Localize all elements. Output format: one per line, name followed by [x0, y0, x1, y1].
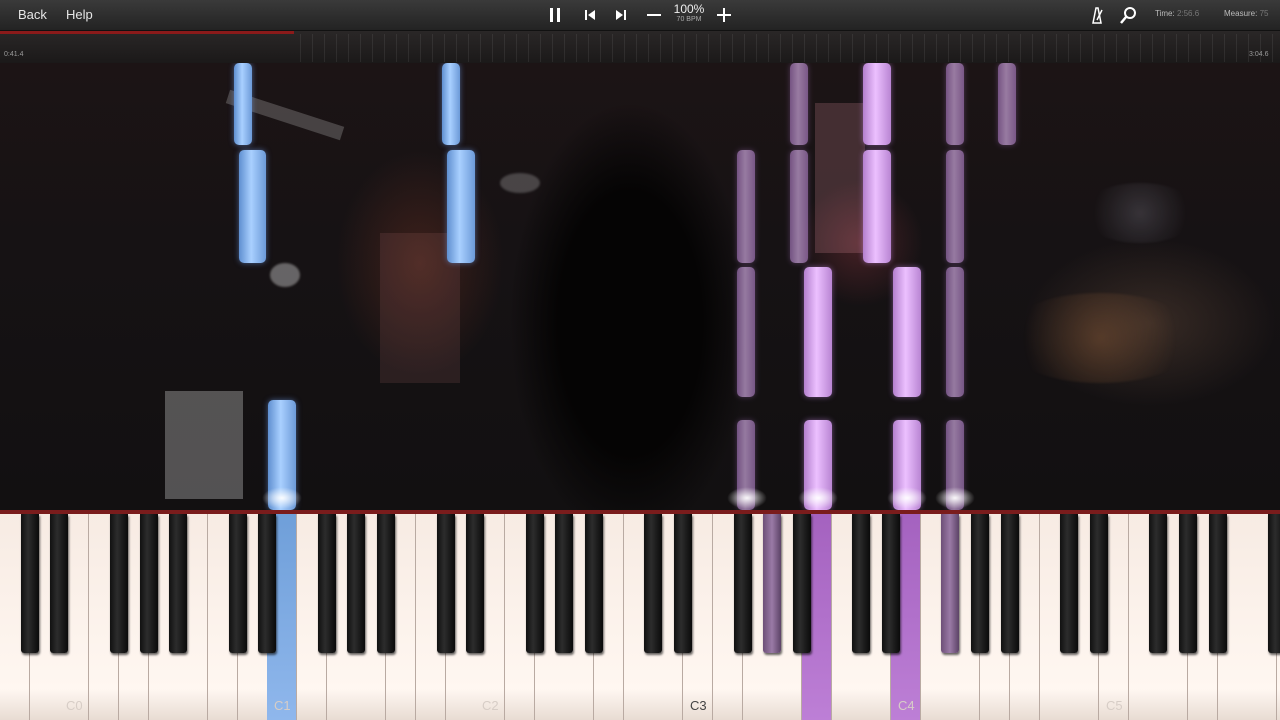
piano-black-key[interactable]	[792, 514, 811, 653]
piano-black-key[interactable]	[644, 514, 663, 653]
octave-label-c1: C1	[274, 698, 291, 713]
note-bar-left-hand	[442, 63, 460, 145]
note-hit-glow	[727, 487, 767, 509]
piano-black-key[interactable]	[555, 514, 574, 653]
note-hit-glow	[798, 487, 838, 509]
note-hit-glow	[887, 487, 927, 509]
piano-black-key[interactable]	[1089, 514, 1108, 653]
note-bar-right-hand	[946, 267, 964, 397]
measure-value: 75	[1259, 9, 1269, 18]
elapsed-time: 0:41.4	[4, 51, 24, 58]
time-value: 2:56.6	[1176, 9, 1200, 18]
skip-forward-icon[interactable]	[611, 5, 631, 25]
note-bar-right-hand	[863, 150, 891, 263]
piano-black-key[interactable]	[466, 514, 485, 653]
note-bar-right-hand	[804, 267, 832, 397]
piano-black-key[interactable]	[436, 514, 455, 653]
piano-black-key[interactable]	[347, 514, 366, 653]
measure-label: Measure:	[1224, 9, 1258, 18]
pause-icon[interactable]	[545, 5, 565, 25]
octave-label-c0: C0	[66, 698, 83, 713]
piano-black-key[interactable]	[674, 514, 693, 653]
piano-black-key[interactable]	[1268, 514, 1280, 653]
total-time: 3:04.6	[1249, 51, 1269, 58]
octave-label-c5: C5	[1106, 698, 1123, 713]
time-label: Time:	[1155, 9, 1175, 18]
background-sign	[815, 103, 865, 253]
measure-stat: Measure: 75	[1224, 9, 1269, 19]
piano-black-key[interactable]	[377, 514, 396, 653]
note-bar-right-hand	[893, 267, 921, 397]
toolbar: Back Help 100% 70 BPM Time: 2:56.6 Measu…	[0, 0, 1280, 31]
note-hit-glow	[262, 487, 302, 509]
metronome-icon[interactable]	[1087, 5, 1107, 25]
piano-black-key[interactable]	[50, 514, 69, 653]
bokeh-light	[1000, 293, 1200, 383]
piano-black-key[interactable]	[941, 514, 960, 653]
note-bar-right-hand	[946, 150, 964, 263]
back-button[interactable]: Back	[14, 6, 51, 24]
piano-black-key[interactable]	[169, 514, 188, 653]
octave-label-c3: C3	[690, 698, 707, 713]
zoom-level: 100%	[673, 2, 705, 16]
piano-black-key[interactable]	[139, 514, 158, 653]
piano-black-key[interactable]	[20, 514, 39, 653]
piano-black-key[interactable]	[1179, 514, 1197, 653]
note-bar-left-hand	[447, 150, 475, 263]
timeline-progress	[0, 31, 295, 34]
time-stat: Time: 2:56.6	[1155, 9, 1199, 19]
piano-black-key[interactable]	[1149, 514, 1168, 653]
help-button[interactable]: Help	[62, 6, 97, 24]
note-bar-right-hand	[737, 150, 755, 263]
piano-black-key[interactable]	[109, 514, 128, 653]
piano-black-key[interactable]	[525, 514, 544, 653]
octave-label-c2: C2	[482, 698, 499, 713]
octave-label-c4: C4	[898, 698, 915, 713]
piano-black-key[interactable]	[733, 514, 752, 653]
piano-black-key[interactable]	[585, 514, 603, 653]
note-bar-right-hand	[790, 63, 808, 145]
minus-icon[interactable]	[644, 5, 664, 25]
piano-black-key[interactable]	[258, 514, 277, 653]
timeline-scrubber[interactable]: 0:41.4 3:04.6	[0, 31, 1280, 63]
piano-black-key[interactable]	[1000, 514, 1019, 653]
note-canvas	[0, 63, 1280, 510]
piano-keyboard[interactable]: C0 C1 C2 C3 C4 C5	[0, 510, 1280, 720]
note-bar-right-hand	[946, 63, 964, 145]
bokeh-light	[1080, 183, 1200, 243]
piano-black-key[interactable]	[228, 514, 247, 653]
note-bar-right-hand	[737, 267, 755, 397]
note-bar-left-hand	[234, 63, 252, 145]
piano-black-key[interactable]	[763, 514, 782, 653]
note-bar-left-hand	[239, 150, 266, 263]
note-bar-right-hand	[998, 63, 1016, 145]
search-icon[interactable]	[1119, 5, 1139, 25]
timeline-ticks	[300, 34, 1280, 62]
piano-black-key[interactable]	[1208, 514, 1227, 653]
piano-black-key[interactable]	[1060, 514, 1079, 653]
background-sign	[165, 391, 243, 499]
piano-black-key[interactable]	[882, 514, 900, 653]
piano-black-key[interactable]	[852, 514, 871, 653]
piano-black-key[interactable]	[971, 514, 990, 653]
skip-back-icon[interactable]	[580, 5, 600, 25]
plus-icon[interactable]	[714, 5, 734, 25]
piano-black-key[interactable]	[317, 514, 336, 653]
bokeh-light	[500, 173, 540, 193]
note-bar-right-hand	[790, 150, 808, 263]
tempo-bpm: 70 BPM	[676, 16, 702, 23]
note-hit-glow	[935, 487, 975, 509]
note-bar-right-hand	[863, 63, 891, 145]
bokeh-light	[270, 263, 300, 287]
